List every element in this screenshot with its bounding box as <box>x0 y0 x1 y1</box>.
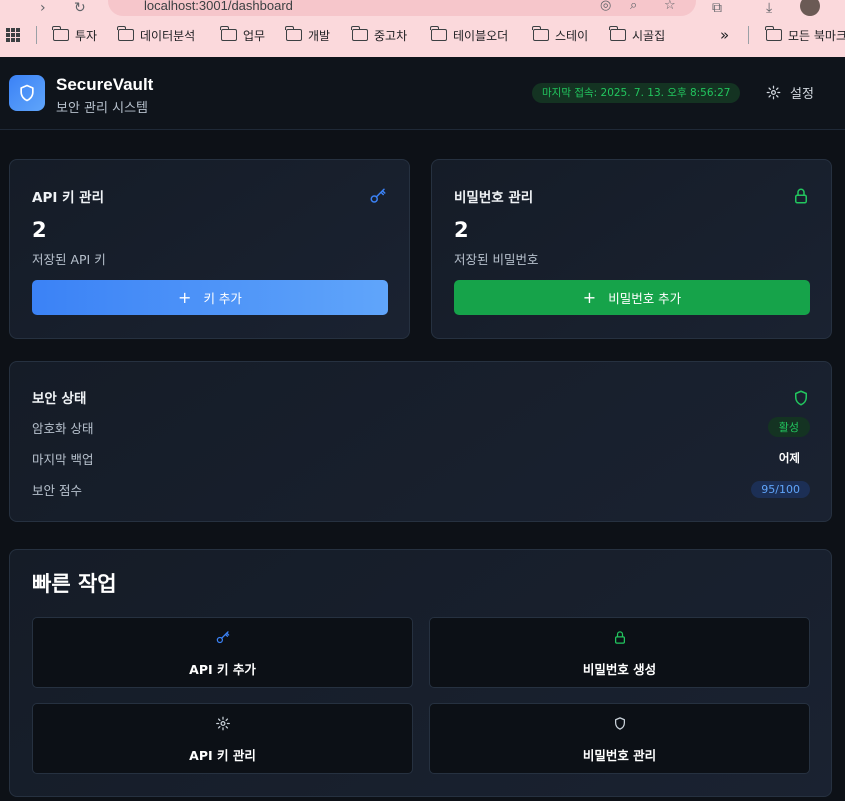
card-title: API 키 관리 <box>32 190 105 206</box>
extension-icon[interactable]: ◎ <box>600 0 611 13</box>
app-header: SecureVault 보안 관리 시스템 마지막 접속: 2025. 7. 1… <box>0 57 845 130</box>
folder-icon <box>285 26 302 41</box>
bookmark-folder[interactable]: 업무 <box>220 26 266 44</box>
gear-icon <box>215 716 230 731</box>
add-key-button[interactable]: + 키 추가 <box>32 280 388 315</box>
browser-toolbar: › ↻ localhost:3001/dashboard ◎ ⌕ ☆ ⧉ ⤓ 투… <box>0 0 845 57</box>
quick-add-api-key-label: API 키 추가 <box>189 662 256 677</box>
quick-generate-password-button[interactable]: 비밀번호 생성 <box>429 617 810 688</box>
settings-label: 설정 <box>790 87 814 102</box>
folder-icon <box>351 26 368 41</box>
score-badge: 95/100 <box>751 480 810 498</box>
encryption-label: 암호화 상태 <box>32 420 94 436</box>
folder-icon <box>430 26 447 41</box>
lock-icon <box>614 631 625 644</box>
add-key-label: 키 추가 <box>203 291 242 306</box>
bookmark-folder[interactable]: 스테이 <box>532 26 589 44</box>
folder-icon <box>220 26 237 41</box>
shield-icon <box>795 390 807 406</box>
all-bookmarks-folder[interactable]: 모든 북마크 <box>765 26 845 44</box>
overflow-label: » <box>720 26 730 44</box>
plus-icon: + <box>178 287 192 307</box>
bookmark-label: 데이터분석 <box>140 28 196 43</box>
add-password-button[interactable]: + 비밀번호 추가 <box>454 280 810 315</box>
last-login-badge: 마지막 접속: 2025. 7. 13. 오후 8:56:27 <box>532 83 741 103</box>
security-title: 보안 상태 <box>32 391 87 407</box>
bookmark-label: 투자 <box>75 28 98 43</box>
backup-row: 마지막 백업 어제 <box>32 448 810 468</box>
shield-icon <box>614 717 625 730</box>
gear-icon <box>766 85 781 100</box>
encryption-row: 암호화 상태 활성 <box>32 417 810 437</box>
zoom-icon[interactable]: ⌕ <box>630 0 637 13</box>
add-password-label: 비밀번호 추가 <box>608 291 682 306</box>
score-row: 보안 점수 95/100 <box>32 479 810 499</box>
password-card: 비밀번호 관리 2 저장된 비밀번호 + 비밀번호 추가 <box>431 159 832 339</box>
extensions-icon[interactable]: ⧉ <box>712 0 722 16</box>
bookmark-label: 시골집 <box>632 28 666 43</box>
backup-label: 마지막 백업 <box>32 451 94 467</box>
folder-icon <box>117 26 134 41</box>
app-title: SecureVault <box>56 75 154 94</box>
bookmark-folder[interactable]: 시골집 <box>609 26 666 44</box>
api-key-subtitle: 저장된 API 키 <box>32 252 106 267</box>
app-logo <box>9 75 45 111</box>
bookmark-label: 스테이 <box>555 28 589 43</box>
backup-value: 어제 <box>778 451 800 465</box>
quick-manage-api-keys-label: API 키 관리 <box>189 748 256 763</box>
quick-generate-password-label: 비밀번호 생성 <box>582 662 657 677</box>
address-bar[interactable]: localhost:3001/dashboard ◎ ⌕ ☆ <box>108 0 696 16</box>
score-label: 보안 점수 <box>32 482 82 498</box>
profile-avatar[interactable] <box>800 0 820 16</box>
url-text[interactable]: localhost:3001/dashboard <box>144 0 293 13</box>
bookmarks-overflow-button[interactable]: » <box>720 26 729 44</box>
shield-icon <box>20 84 34 102</box>
star-icon[interactable]: ☆ <box>664 0 676 13</box>
encryption-badge: 활성 <box>767 417 810 437</box>
folder-icon <box>532 26 549 41</box>
key-icon <box>216 631 229 644</box>
bookmark-folder[interactable]: 투자 <box>52 26 98 44</box>
bookmark-label: 개발 <box>308 28 331 43</box>
folder-icon <box>52 26 69 41</box>
app-subtitle: 보안 관리 시스템 <box>56 101 148 116</box>
forward-icon[interactable]: › <box>40 0 46 16</box>
bookmark-folder[interactable]: 데이터분석 <box>117 26 196 44</box>
password-count: 2 <box>454 218 469 242</box>
folder-icon <box>765 26 782 41</box>
settings-button[interactable]: 설정 <box>766 83 814 102</box>
quick-add-api-key-button[interactable]: API 키 추가 <box>32 617 413 688</box>
bookmark-label: 테이블오더 <box>453 28 509 43</box>
bookmark-label: 모든 북마크 <box>788 28 845 43</box>
quick-manage-passwords-label: 비밀번호 관리 <box>582 748 657 763</box>
plus-icon: + <box>582 287 597 307</box>
reload-icon[interactable]: ↻ <box>74 0 86 16</box>
bookmark-separator <box>748 26 749 44</box>
lock-icon <box>795 188 807 204</box>
api-key-card: API 키 관리 2 저장된 API 키 + 키 추가 <box>9 159 410 339</box>
security-status-card: 보안 상태 암호화 상태 활성 마지막 백업 어제 보안 점수 95/100 <box>9 361 832 522</box>
quick-manage-passwords-button[interactable]: 비밀번호 관리 <box>429 703 810 774</box>
bookmark-folder[interactable]: 테이블오더 <box>430 26 509 44</box>
bookmark-folder[interactable]: 개발 <box>285 26 331 44</box>
quick-actions-card: 빠른 작업 API 키 추가 비밀번호 생성 API 키 관리 비밀번호 관리 <box>9 549 832 797</box>
bookmark-label: 중고차 <box>374 28 408 43</box>
api-key-count: 2 <box>32 218 47 242</box>
folder-icon <box>609 26 626 41</box>
bookmarks-bar: 투자 데이터분석 업무 개발 중고차 테이블오더 스테이 시골집 » 모든 북마… <box>0 22 845 48</box>
password-subtitle: 저장된 비밀번호 <box>454 252 539 267</box>
bookmark-label: 업무 <box>243 28 266 43</box>
quick-actions-title: 빠른 작업 <box>32 572 117 596</box>
card-title: 비밀번호 관리 <box>454 190 534 206</box>
key-icon <box>370 188 386 203</box>
bookmark-folder[interactable]: 중고차 <box>351 26 408 44</box>
download-icon[interactable]: ⤓ <box>766 0 772 16</box>
quick-manage-api-keys-button[interactable]: API 키 관리 <box>32 703 413 774</box>
